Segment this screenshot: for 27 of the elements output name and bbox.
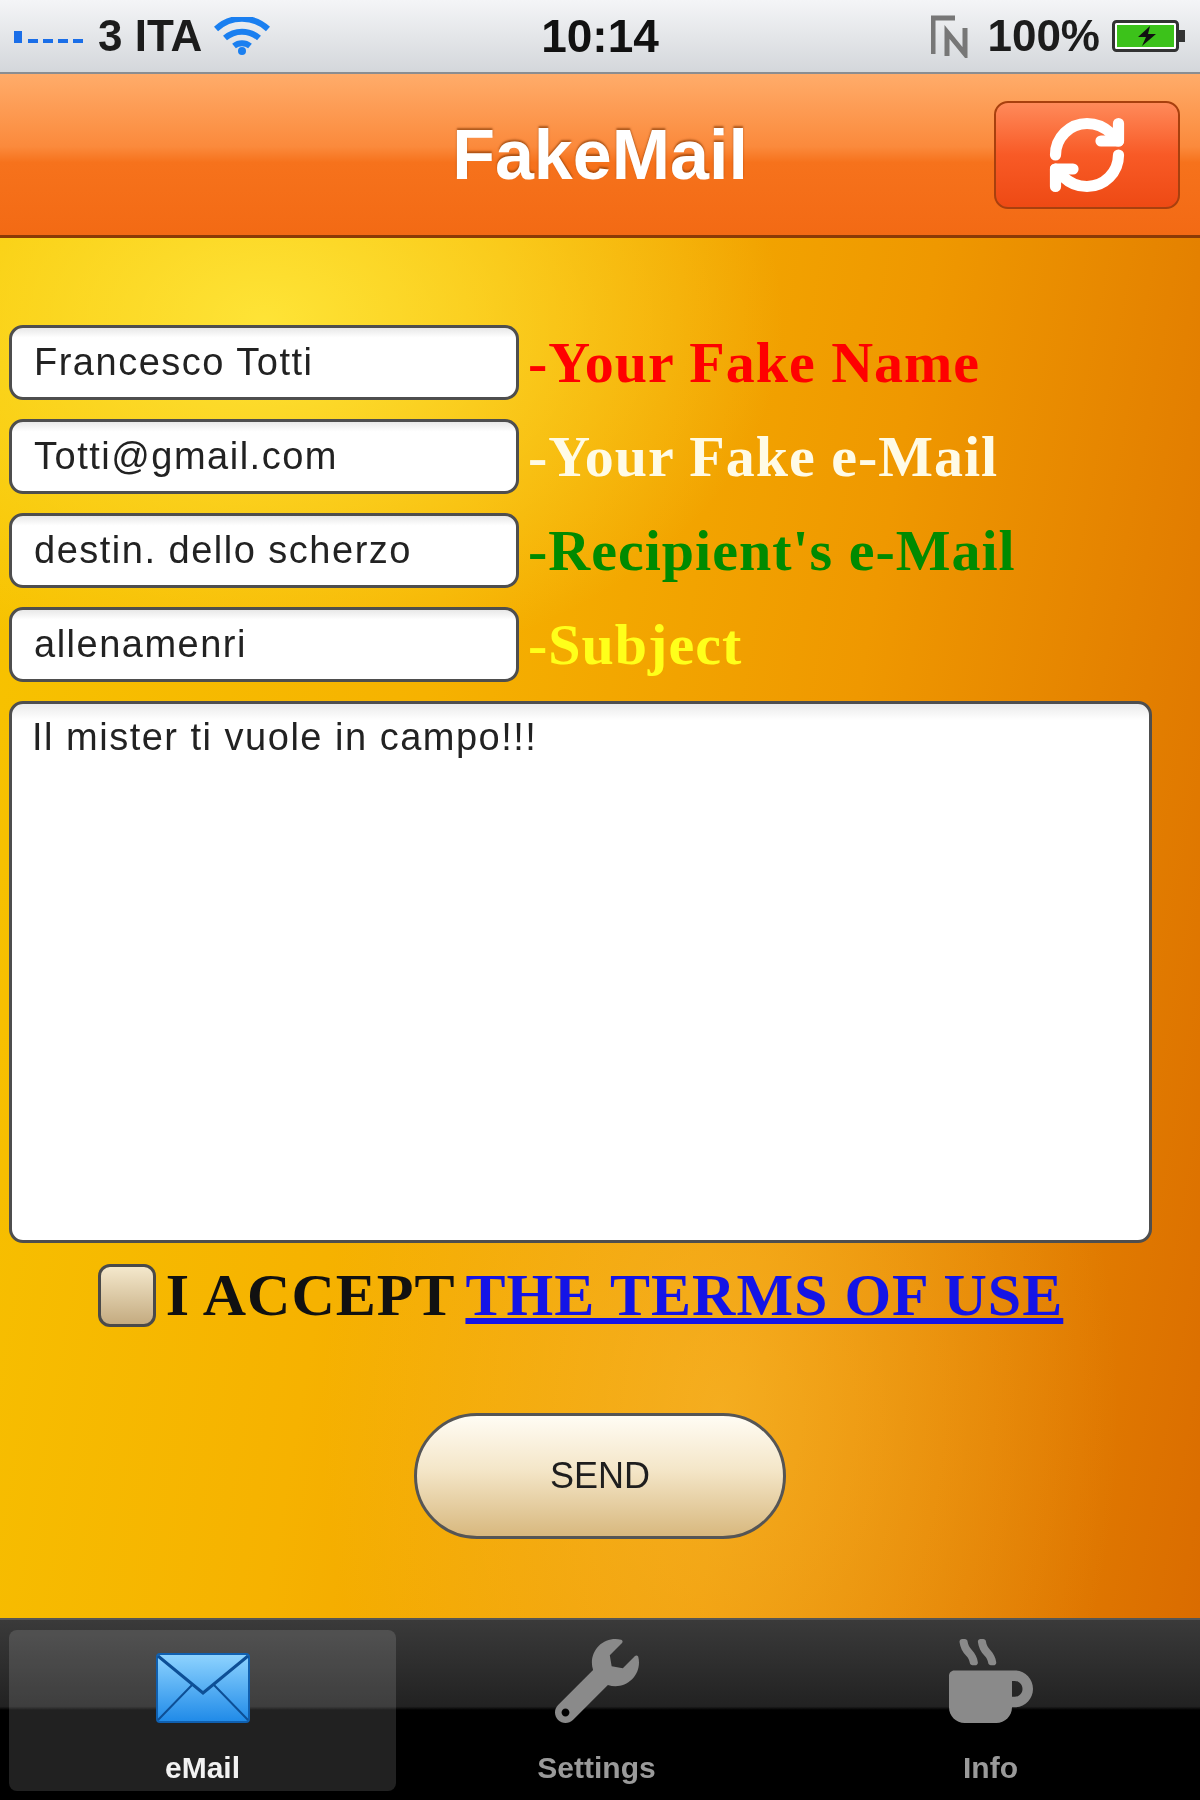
field-label: -Subject	[528, 615, 743, 674]
text-field[interactable]: destin. dello scherzo	[9, 513, 519, 588]
refresh-button[interactable]	[994, 100, 1180, 209]
send-button[interactable]: SEND	[414, 1413, 786, 1539]
message-field[interactable]: Il mister ti vuole in campo!!!	[9, 701, 1152, 1243]
field-label: -Recipient's e-Mail	[528, 521, 1016, 580]
terms-link[interactable]: THE TERMS OF USE	[465, 1261, 1064, 1330]
field-label: -Your Fake Name	[528, 333, 981, 392]
nav-title: FakeMail	[452, 114, 748, 195]
checkbox[interactable]	[97, 1264, 156, 1327]
coffee-mug-icon	[948, 1639, 1033, 1723]
signal-bars-icon	[14, 29, 86, 43]
tab-button[interactable]: eMail	[9, 1630, 396, 1791]
field-label: -Your Fake e-Mail	[528, 427, 999, 486]
tab-button[interactable]: Info	[797, 1630, 1184, 1791]
battery-percent: 100%	[987, 14, 1100, 58]
battery-charging-icon	[1112, 20, 1186, 52]
text-field[interactable]: Totti@gmail.com	[9, 419, 519, 494]
wrench-icon	[554, 1639, 639, 1723]
terms-text: I ACCEPT	[165, 1261, 456, 1330]
text-field[interactable]: allenamenri	[9, 607, 519, 682]
envelope-icon	[155, 1653, 250, 1723]
text-field[interactable]: Francesco Totti	[9, 325, 519, 400]
tab-button[interactable]: Settings	[403, 1630, 790, 1791]
wifi-icon	[214, 17, 271, 55]
carrier-name: 3 ITA	[98, 14, 203, 58]
status-time: 10:14	[541, 13, 659, 59]
